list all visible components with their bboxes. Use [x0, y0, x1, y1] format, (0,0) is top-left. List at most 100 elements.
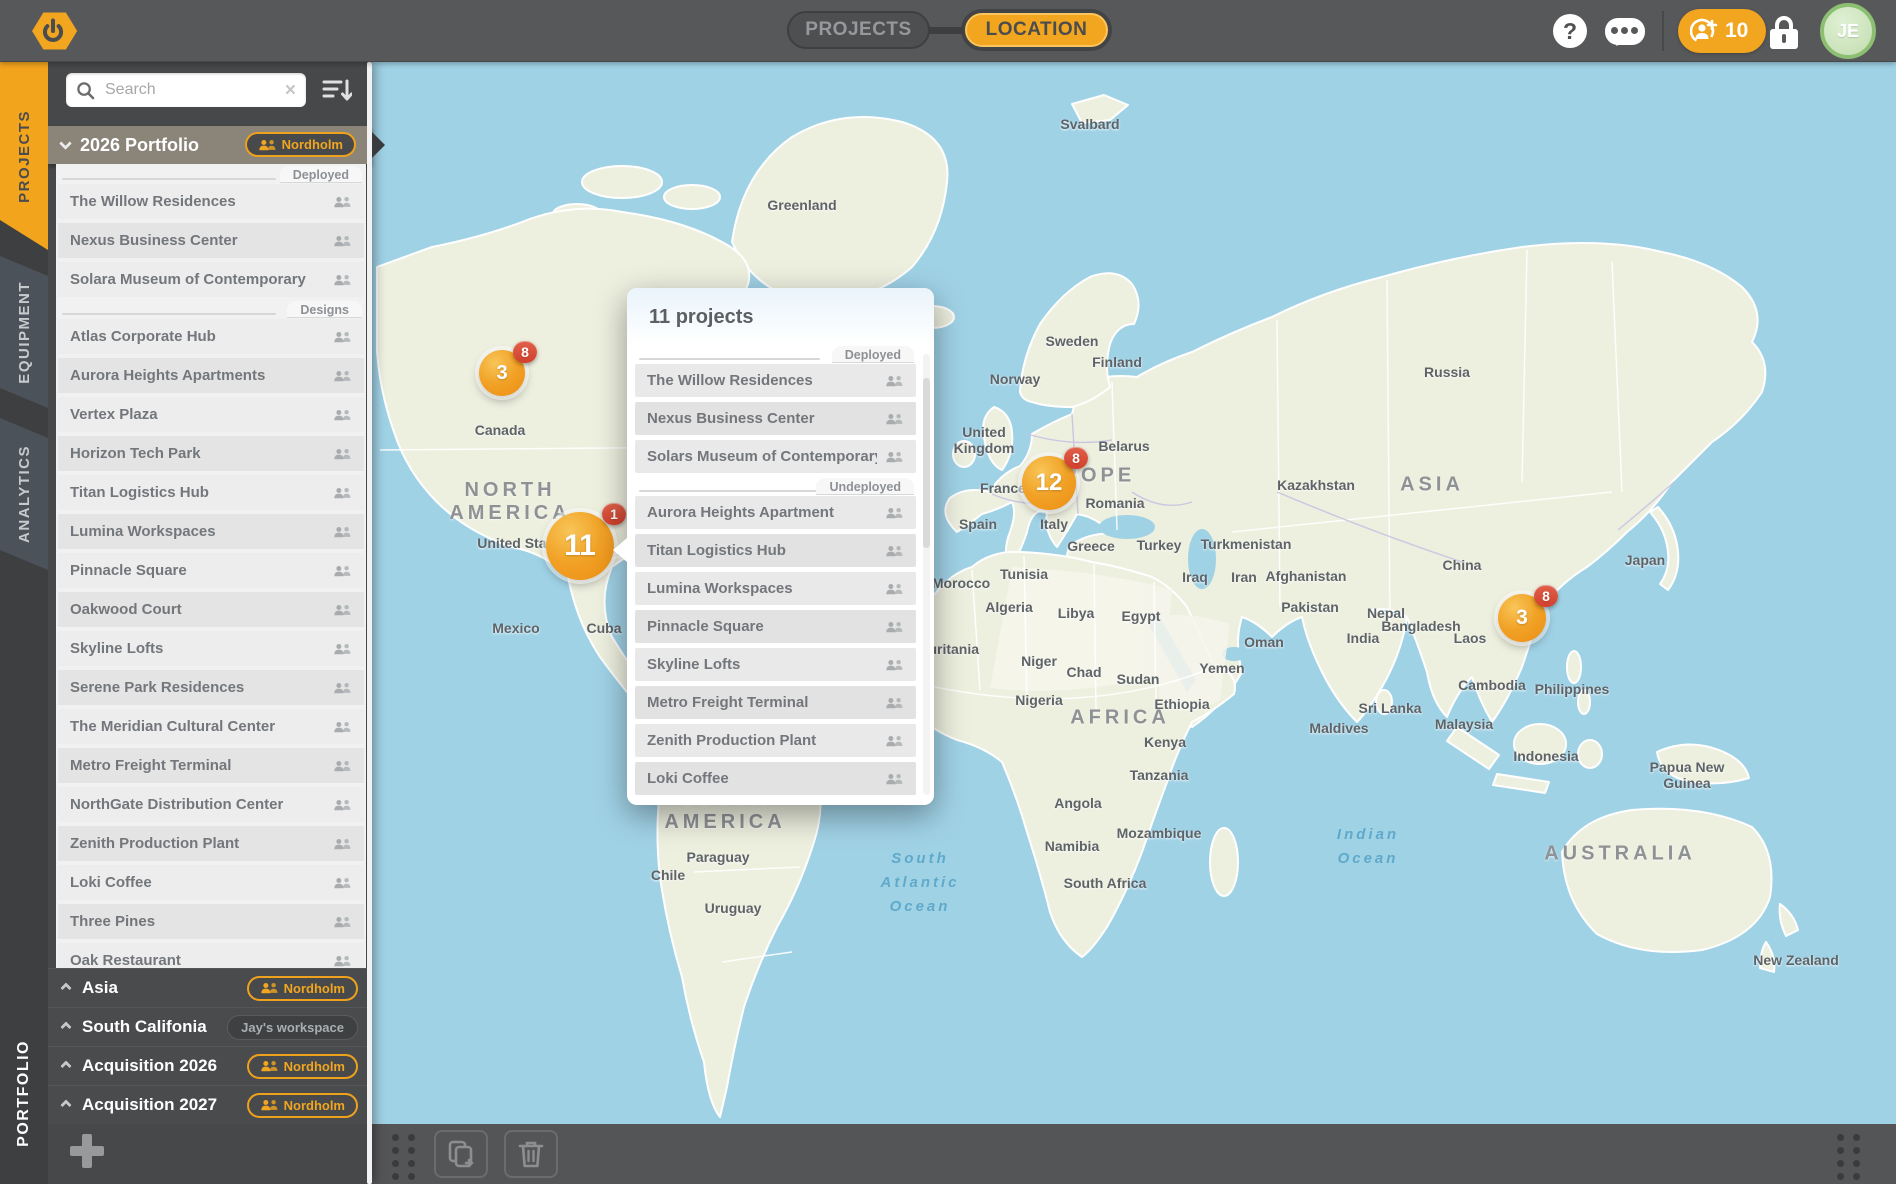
project-row[interactable]: Solara Museum of Contemporary — [58, 262, 364, 297]
project-row[interactable]: Horizon Tech Park — [58, 436, 364, 471]
people-icon — [325, 682, 352, 694]
map-cluster-marker[interactable]: 128 — [1022, 456, 1076, 510]
people-icon — [325, 838, 352, 850]
project-row[interactable]: Metro Freight Terminal — [58, 748, 364, 783]
clear-search-icon[interactable]: × — [285, 81, 296, 100]
project-row[interactable]: Titan Logistics Hub — [58, 475, 364, 510]
project-row[interactable]: Oakwood Court — [58, 592, 364, 627]
portfolio-group-acquisition-2027[interactable]: Acquisition 2027Nordholm — [48, 1085, 372, 1124]
project-row[interactable]: Pinnacle Square — [58, 553, 364, 588]
resize-handle-icon[interactable] — [1837, 1134, 1860, 1180]
popup-title: 11 projects — [627, 288, 934, 346]
workspace-badge: Nordholm — [247, 1054, 358, 1079]
project-row[interactable]: Loki Coffee — [58, 865, 364, 900]
project-name: Metro Freight Terminal — [70, 757, 231, 774]
top-bar: PROJECTS LOCATION ? 10 JE — [0, 0, 1896, 62]
sidebar-scrollbar[interactable] — [367, 62, 372, 1184]
chevron-down-icon — [59, 137, 72, 150]
popup-project-row[interactable]: Aurora Heights Apartment — [635, 496, 916, 529]
popup-project-row[interactable]: Lumina Workspaces — [635, 572, 916, 605]
project-row[interactable]: The Meridian Cultural Center — [58, 709, 364, 744]
people-icon — [325, 274, 352, 286]
popup-project-row[interactable]: Nexus Business Center — [635, 402, 916, 435]
project-sidebar: × 2026 Portfolio Nordholm DeployedThe Wi… — [48, 62, 372, 1184]
project-row[interactable]: Lumina Workspaces — [58, 514, 364, 549]
people-icon — [877, 697, 904, 709]
project-name: The Willow Residences — [647, 372, 813, 389]
duplicate-button[interactable] — [434, 1130, 488, 1178]
user-avatar[interactable]: JE — [1820, 3, 1876, 59]
people-icon — [258, 139, 277, 151]
sidebar-tab-projects[interactable]: PROJECTS — [0, 62, 48, 250]
project-name: Metro Freight Terminal — [647, 694, 808, 711]
map-cluster-marker[interactable]: 38 — [1498, 594, 1546, 642]
project-name: Pinnacle Square — [70, 562, 187, 579]
project-row[interactable]: Skyline Lofts — [58, 631, 364, 666]
group-label: South Califonia — [82, 1017, 207, 1037]
add-portfolio-button[interactable] — [70, 1134, 104, 1168]
project-name: Aurora Heights Apartments — [70, 367, 265, 384]
map-cluster-marker[interactable]: 38 — [479, 350, 525, 396]
community-icon[interactable] — [1605, 16, 1645, 46]
project-name: Solara Museum of Contemporary — [70, 271, 306, 288]
section-divider-line — [62, 313, 276, 315]
popup-project-row[interactable]: Skyline Lofts — [635, 648, 916, 681]
project-row[interactable]: Aurora Heights Apartments — [58, 358, 364, 393]
cluster-count: 12 — [1036, 469, 1063, 497]
map-cluster-marker[interactable]: 111 — [546, 512, 614, 580]
project-row[interactable]: Atlas Corporate Hub — [58, 319, 364, 354]
project-name: Horizon Tech Park — [70, 445, 201, 462]
popup-project-row[interactable]: Zenith Production Plant — [635, 724, 916, 757]
search-input[interactable] — [103, 80, 277, 100]
portfolio-groups: AsiaNordholmSouth CalifoniaJay's workspa… — [48, 968, 372, 1124]
people-icon — [260, 982, 279, 994]
project-row[interactable]: The Willow Residences — [58, 184, 364, 219]
sidebar-tab-equipment[interactable]: EQUIPMENT — [0, 256, 48, 408]
cluster-count: 11 — [564, 529, 596, 563]
project-row[interactable]: Three Pines — [58, 904, 364, 939]
popup-project-row[interactable]: Metro Freight Terminal — [635, 686, 916, 719]
people-icon — [325, 565, 352, 577]
lock-icon[interactable] — [1766, 13, 1802, 51]
portfolio-group-asia[interactable]: AsiaNordholm — [48, 968, 372, 1007]
portfolio-group-header[interactable]: 2026 Portfolio Nordholm — [48, 126, 372, 164]
project-row[interactable]: NorthGate Distribution Center — [58, 787, 364, 822]
project-row[interactable]: Zenith Production Plant — [58, 826, 364, 861]
delete-button[interactable] — [504, 1130, 558, 1178]
people-icon — [260, 1060, 279, 1072]
popup-project-row[interactable]: The Willow Residences — [635, 364, 916, 397]
app-logo-icon[interactable] — [24, 4, 82, 63]
invite-users-button[interactable]: 10 — [1678, 9, 1766, 53]
popup-scrollbar-thumb[interactable] — [923, 378, 930, 548]
help-icon[interactable]: ? — [1553, 14, 1587, 48]
project-row[interactable]: Vertex Plaza — [58, 397, 364, 432]
popup-project-row[interactable]: Loki Coffee — [635, 762, 916, 795]
tab-location[interactable]: LOCATION — [963, 11, 1110, 49]
project-row[interactable]: Nexus Business Center — [58, 223, 364, 258]
project-name: Nexus Business Center — [647, 410, 815, 427]
sidebar-tab-analytics[interactable]: ANALYTICS — [0, 418, 48, 570]
people-icon — [877, 451, 904, 463]
section-divider-line — [639, 490, 820, 492]
project-name: Aurora Heights Apartment — [647, 504, 834, 521]
project-name: Three Pines — [70, 913, 155, 930]
popup-project-row[interactable]: Titan Logistics Hub — [635, 534, 916, 567]
project-row[interactable]: Serene Park Residences — [58, 670, 364, 705]
drag-handle-icon[interactable] — [392, 1134, 415, 1180]
cluster-badge: 1 — [602, 503, 626, 525]
portfolio-group-south-califonia[interactable]: South CalifoniaJay's workspace — [48, 1007, 372, 1046]
section-tag-label: Deployed — [832, 346, 914, 363]
popup-project-row[interactable]: Solars Museum of Contemporary — [635, 440, 916, 473]
people-icon — [325, 643, 352, 655]
portfolio-group-acquisition-2026[interactable]: Acquisition 2026Nordholm — [48, 1046, 372, 1085]
popup-project-row[interactable]: Pinnacle Square — [635, 610, 916, 643]
world-map[interactable]: SvalbardGreenlandCanadaUnited StatesMexi… — [372, 62, 1896, 1124]
sort-icon[interactable] — [322, 77, 352, 103]
project-name: Titan Logistics Hub — [647, 542, 786, 559]
project-list: DeployedThe Willow ResidencesNexus Busin… — [56, 164, 366, 968]
people-icon — [325, 604, 352, 616]
tab-projects[interactable]: PROJECTS — [787, 11, 930, 49]
group-label: Asia — [82, 978, 118, 998]
chat-bubble-icon — [1605, 18, 1645, 45]
project-row[interactable]: Oak Restaurant — [58, 943, 364, 968]
